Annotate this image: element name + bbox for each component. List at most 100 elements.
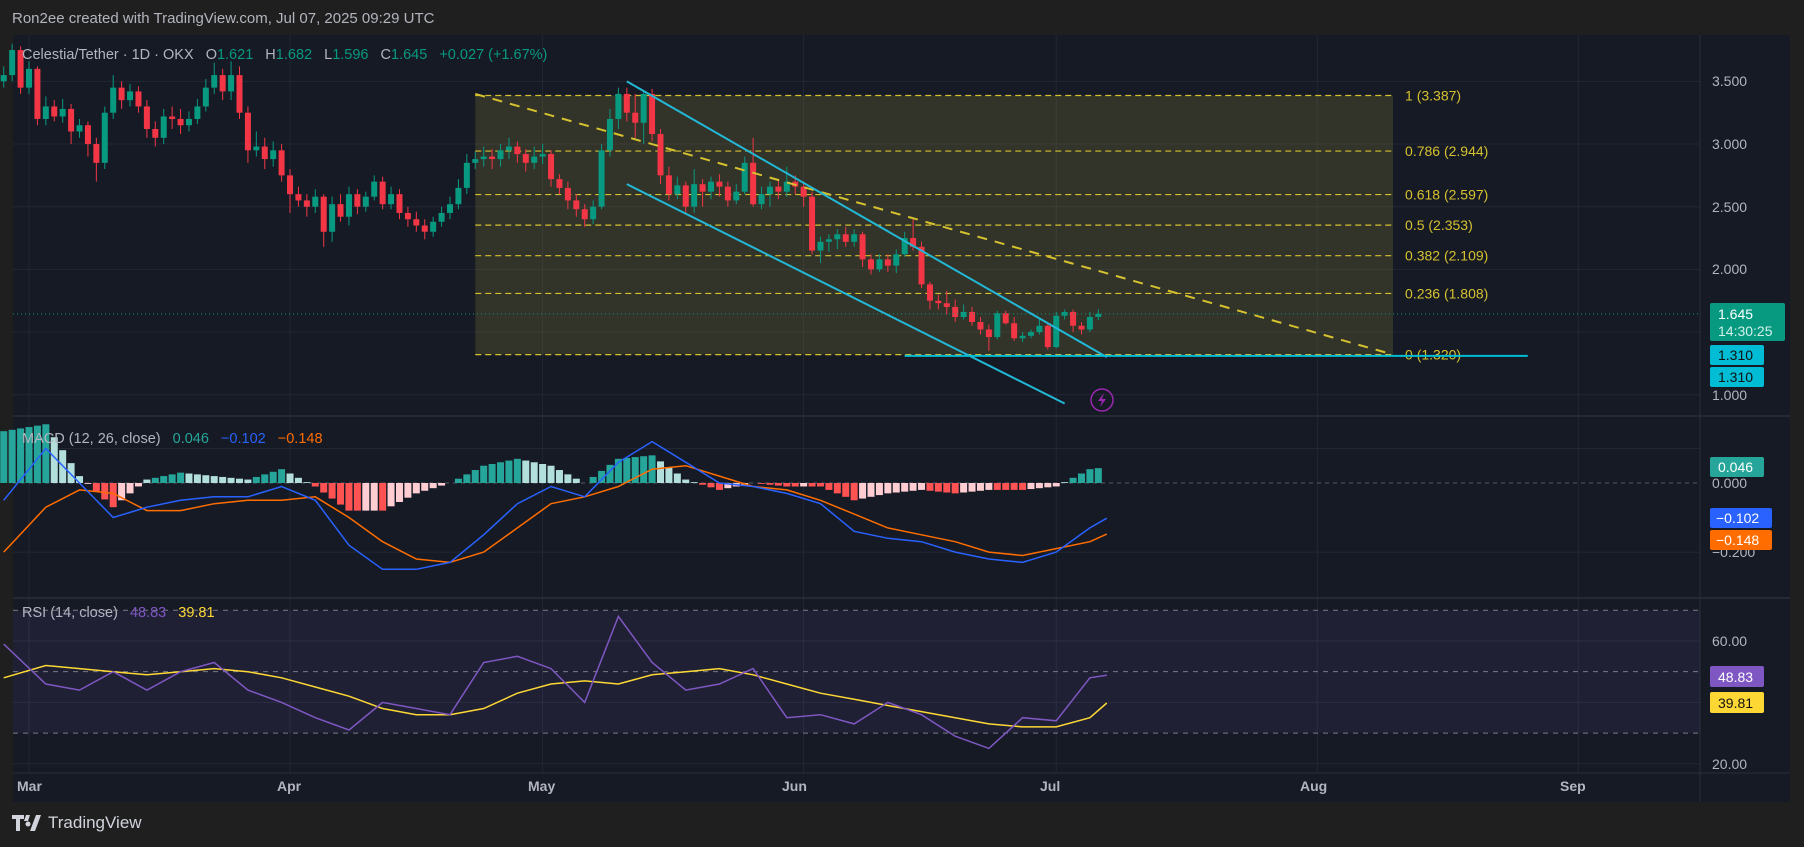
macd-tick: 0.000 [1712, 475, 1747, 491]
last-price-label: 1.645 14:30:25 [1710, 303, 1785, 341]
candle-body [110, 87, 117, 113]
macd-histogram-bar [236, 478, 243, 483]
brand-name: TradingView [48, 813, 142, 832]
macd-histogram-bar [623, 457, 631, 483]
candle-body [59, 108, 66, 117]
candle-body [750, 162, 757, 205]
candle-body [1086, 316, 1093, 330]
macd-histogram-bar [673, 473, 681, 483]
candle-body [379, 181, 386, 205]
candle-body [564, 187, 571, 201]
macd-histogram-bar [320, 482, 328, 493]
macd-histogram-bar [92, 482, 100, 492]
macd-histogram-bar [707, 482, 715, 488]
candle-body [404, 212, 411, 220]
svg-text:−0.102: −0.102 [1716, 510, 1759, 526]
candle-body [320, 196, 327, 232]
candle-body [329, 204, 336, 232]
candle-body [977, 322, 984, 330]
candle-body [522, 154, 529, 163]
fibonacci-retracement[interactable]: 1 (3.387) 0.786 (2.944) 0.618 (2.597) 0.5 (… [475, 88, 1488, 363]
candle-body [421, 225, 428, 232]
time-tick: May [528, 778, 555, 794]
candle-body [127, 91, 134, 101]
macd-histogram-bar [867, 482, 875, 497]
macd-histogram-bar [825, 482, 833, 490]
candle-body [489, 156, 496, 160]
candle-body [1011, 323, 1018, 339]
candle-body [615, 93, 622, 119]
candle-body [270, 150, 277, 160]
candle-body [623, 93, 630, 113]
macd-histogram-bar [985, 482, 993, 490]
candle-body [455, 187, 462, 205]
candle-body [68, 108, 75, 132]
symbol-legend: Celestia/Tether · 1D · OKX O1.621 H1.682… [22, 47, 547, 63]
macd-histogram-bar [572, 478, 580, 483]
macd-signal-value: −0.148 [278, 431, 323, 447]
candle-body [539, 154, 546, 157]
macd-histogram-bar [539, 464, 547, 483]
candle-body [884, 259, 891, 266]
macd-histogram-bar [800, 482, 808, 487]
rsi-value: 48.83 [130, 605, 166, 621]
macd-histogram-bar [968, 482, 976, 492]
svg-text:0.046: 0.046 [1718, 459, 1753, 475]
macd-histogram-bar [193, 474, 201, 483]
candle-body [396, 194, 403, 213]
candle-body [0, 75, 7, 82]
candle-body [143, 106, 150, 129]
candle-body [76, 125, 83, 132]
candle-body [1044, 325, 1051, 348]
chart[interactable]: 1 (3.387) 0.786 (2.944) 0.618 (2.597) 0.5 (… [0, 0, 1804, 847]
fib-level-label: 1 (3.387) [1405, 88, 1461, 104]
candle-body [447, 204, 453, 213]
macd-histogram-bar [84, 482, 92, 484]
macd-histogram-bar [160, 476, 168, 483]
high-value: 1.682 [276, 47, 312, 63]
candle-body [985, 329, 992, 338]
macd-histogram-bar [101, 482, 109, 500]
time-tick: Aug [1300, 778, 1327, 794]
macd-histogram-bar [909, 482, 917, 491]
macd-histogram-bar [480, 465, 488, 483]
candle-body [84, 125, 91, 145]
candle-body [960, 311, 967, 317]
candle-body [943, 303, 950, 307]
candle-body [312, 196, 319, 207]
macd-histogram-bar [168, 474, 176, 483]
candle-body [842, 234, 849, 242]
fib-level-label: 0.618 (2.597) [1405, 187, 1488, 203]
candle-body [926, 284, 933, 301]
candle-body [362, 196, 369, 207]
candle-body [1002, 313, 1009, 324]
candle-body [775, 186, 782, 192]
candle-body [1019, 335, 1026, 339]
rsi-ma-value: 39.81 [178, 605, 214, 621]
macd-histogram-bar [859, 482, 867, 499]
time-tick: Jun [782, 778, 807, 794]
macd-histogram-bar [337, 482, 345, 505]
svg-text:39.81: 39.81 [1718, 695, 1753, 711]
macd-histogram-bar [278, 469, 286, 483]
time-tick: Jul [1040, 778, 1060, 794]
open-value: 1.621 [217, 47, 253, 63]
macd-histogram-bar [1044, 482, 1052, 488]
macd-histogram-bar [303, 482, 311, 483]
macd-histogram-bar [1086, 469, 1094, 483]
candle-body [295, 194, 302, 201]
candle-body [674, 185, 681, 195]
macd-histogram-bar [1078, 473, 1085, 483]
price-tick: 3.500 [1712, 73, 1747, 89]
footer: TradingView [12, 813, 142, 833]
macd-histogram-bar [690, 482, 698, 483]
macd-histogram-bar [555, 470, 563, 483]
macd-histogram-bar [463, 474, 471, 483]
price-tick: 2.000 [1712, 261, 1747, 277]
macd-histogram-bar [951, 482, 959, 494]
macd-histogram-bar [766, 482, 774, 485]
rsi-legend: RSI (14, close) 48.83 39.81 [22, 605, 215, 621]
macd-histogram-bar [918, 482, 926, 490]
macd-histogram-bar [387, 482, 395, 507]
svg-text:1.310: 1.310 [1718, 369, 1753, 385]
